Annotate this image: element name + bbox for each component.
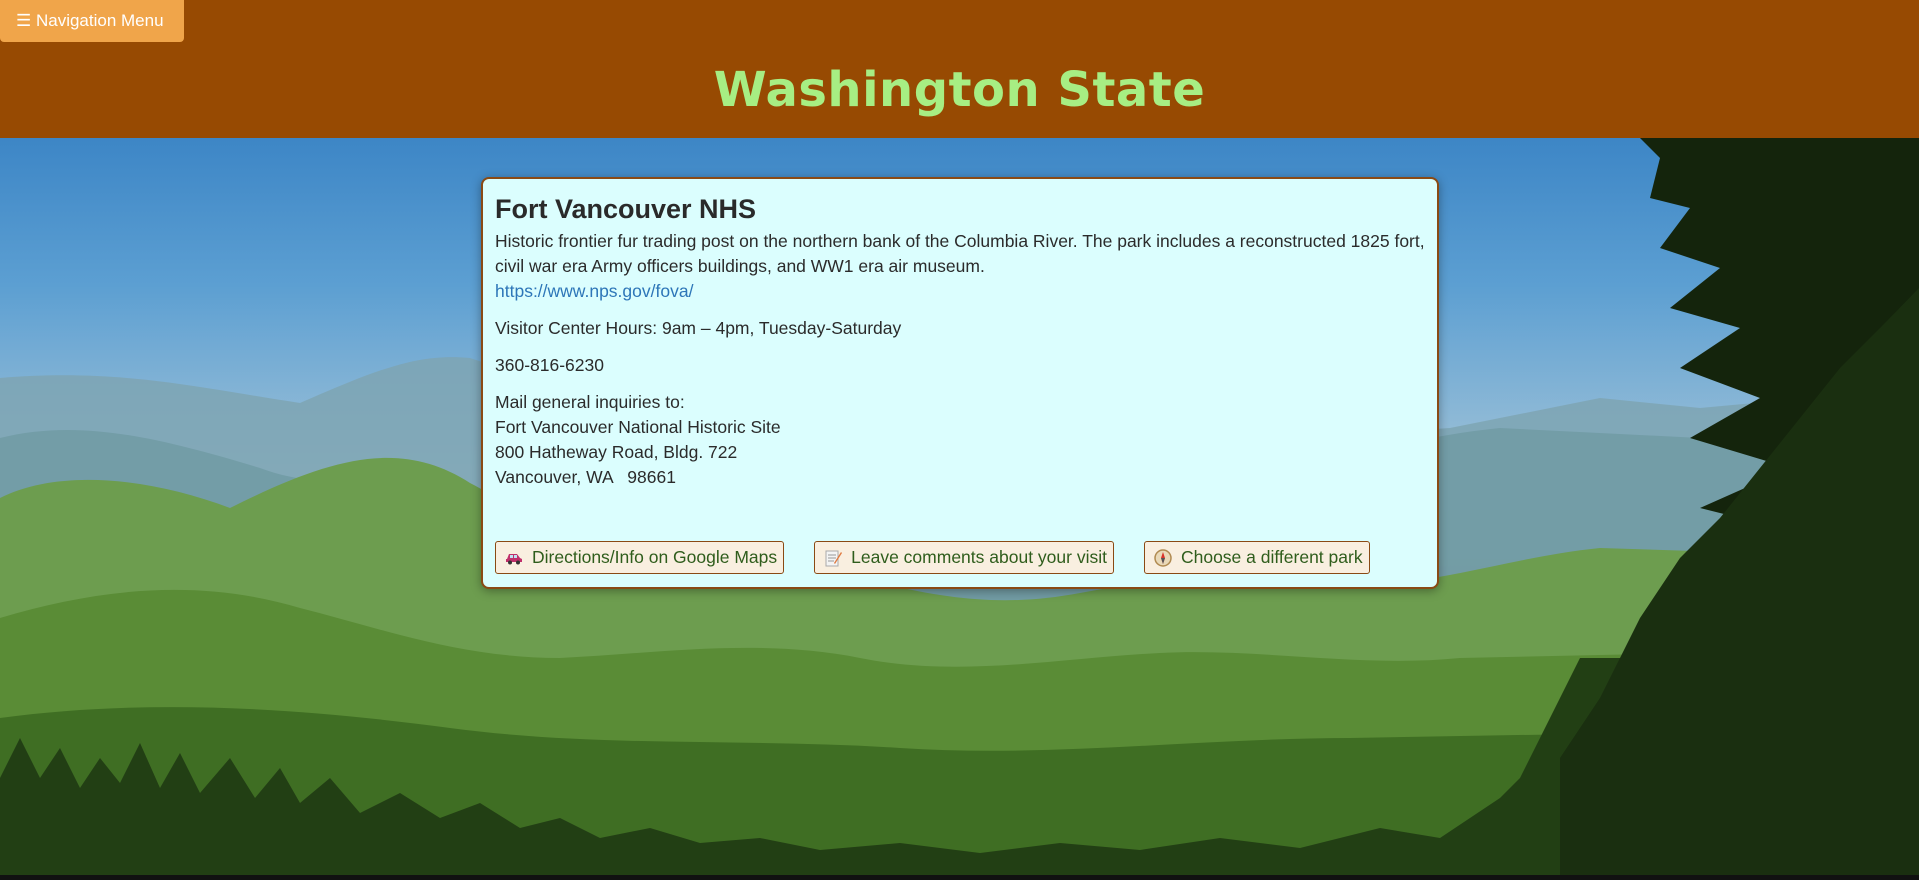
mailing-address: Mail general inquiries to: Fort Vancouve…: [495, 390, 1425, 490]
mail-heading: Mail general inquiries to:: [495, 392, 685, 412]
leave-comments-label: Leave comments about your visit: [851, 547, 1107, 567]
park-info-card: Fort Vancouver NHS Historic frontier fur…: [481, 177, 1439, 589]
choose-park-button[interactable]: Choose a different park: [1143, 541, 1370, 574]
visitor-center-hours: Visitor Center Hours: 9am – 4pm, Tuesday…: [495, 318, 902, 338]
directions-button[interactable]: Directions/Info on Google Maps: [495, 541, 785, 574]
address-line: 800 Hatheway Road, Bldg. 722: [495, 442, 738, 462]
navigation-menu-label: ☰ Navigation Menu: [16, 11, 164, 30]
park-phone: 360-816-6230: [495, 355, 604, 375]
address-line: Fort Vancouver National Historic Site: [495, 417, 781, 437]
navigation-menu-button[interactable]: ☰ Navigation Menu: [0, 0, 184, 42]
compass-icon: [1153, 548, 1173, 568]
bottom-edge: [0, 875, 1919, 880]
page: ☰ Navigation Menu Washington State Fort …: [0, 0, 1919, 880]
choose-park-label: Choose a different park: [1180, 547, 1363, 567]
memo-icon: [823, 548, 843, 568]
park-website-link[interactable]: https://www.nps.gov/fova/: [495, 279, 1425, 304]
park-description: Historic frontier fur trading post on th…: [495, 231, 1425, 276]
directions-label: Directions/Info on Google Maps: [532, 547, 778, 567]
park-actions: Directions/Info on Google Maps Leave com…: [495, 541, 1370, 574]
car-icon: [504, 548, 524, 568]
park-name: Fort Vancouver NHS: [495, 194, 757, 224]
page-title: Washington State: [713, 62, 1206, 118]
leave-comments-button[interactable]: Leave comments about your visit: [814, 541, 1114, 574]
address-line: Vancouver, WA 98661: [495, 467, 676, 487]
site-header: ☰ Navigation Menu Washington State: [0, 0, 1919, 138]
